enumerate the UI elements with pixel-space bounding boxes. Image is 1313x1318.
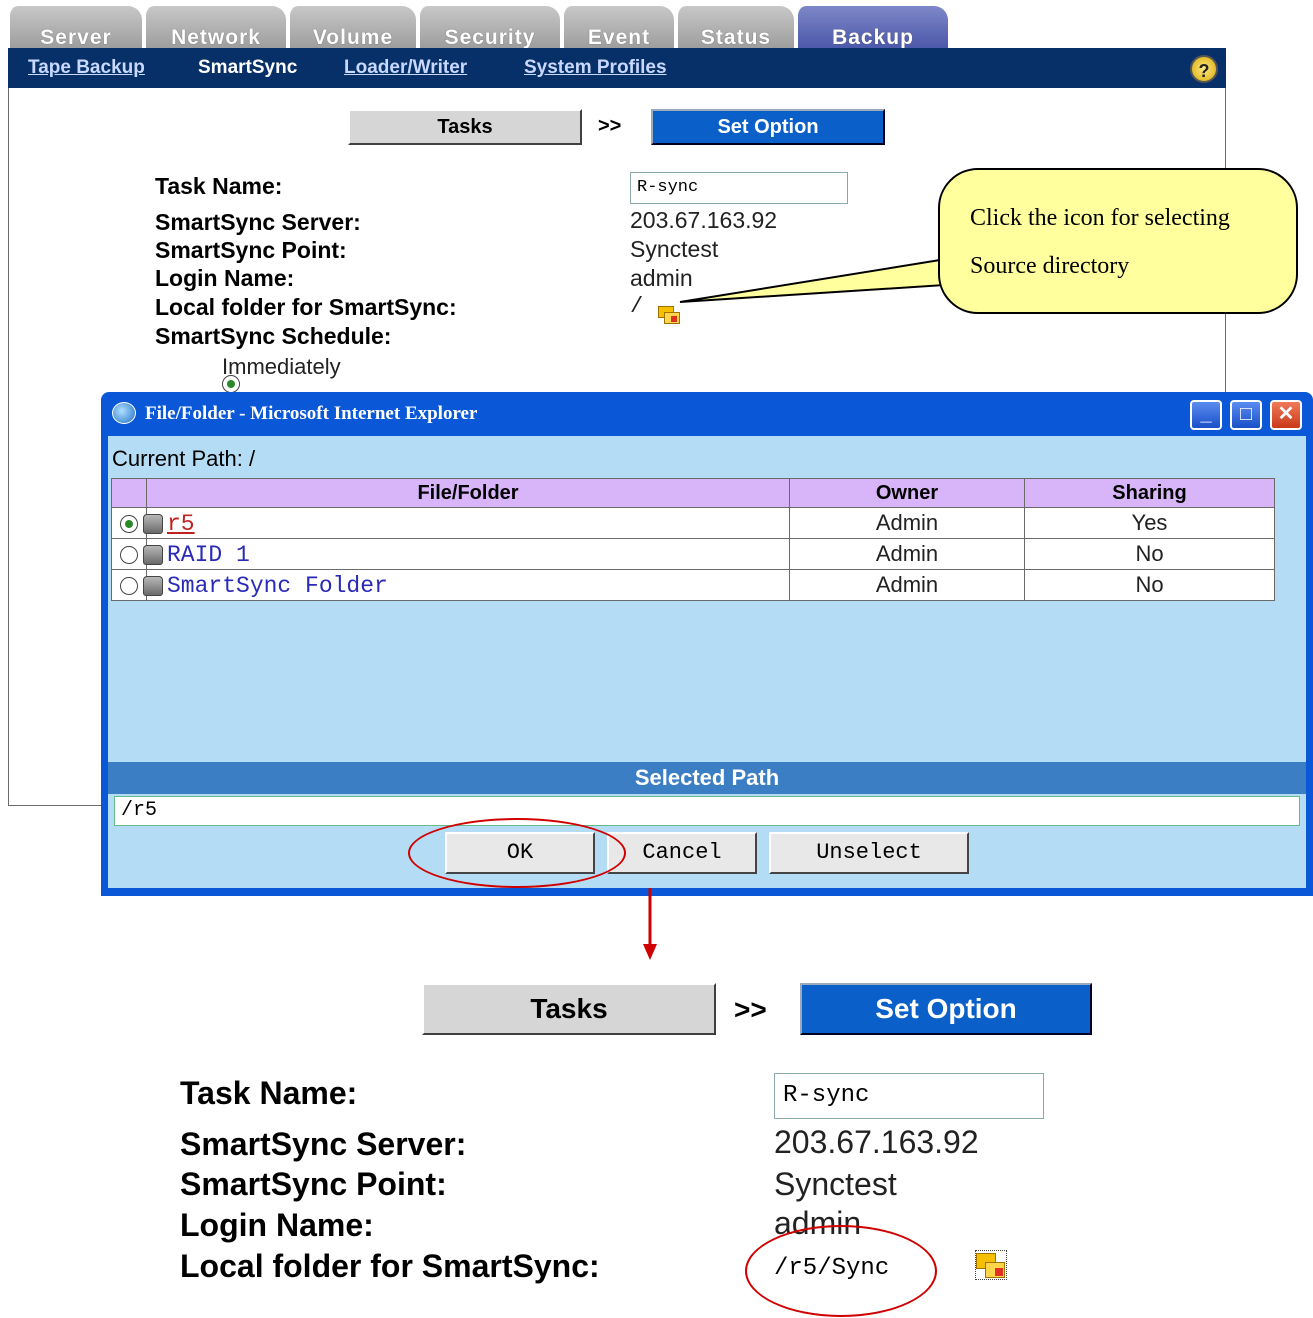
name-cell: r5	[143, 507, 790, 539]
ie-icon	[112, 402, 136, 424]
row-radio[interactable]	[120, 515, 138, 534]
file-table: File/Folder Owner Sharing r5 Admin Yes R…	[111, 478, 1275, 601]
server-label-result: SmartSync Server:	[180, 1126, 467, 1162]
current-path: Current Path: /	[112, 446, 256, 471]
selected-path-input[interactable]: /r5	[114, 796, 1300, 826]
tab-label: Server	[40, 26, 112, 49]
login-label-result: Login Name:	[180, 1207, 374, 1243]
tasks-step-button-result[interactable]: Tasks	[422, 983, 716, 1035]
server-label: SmartSync Server:	[155, 209, 361, 235]
ok-highlight-ellipse	[408, 818, 626, 888]
schedule-immediately-label: Immediately	[222, 354, 341, 379]
local-folder-label-result: Local folder for SmartSync:	[180, 1248, 600, 1284]
close-button[interactable]: ✕	[1270, 400, 1302, 430]
server-value-result: 203.67.163.92	[774, 1124, 979, 1160]
tab-label: Security	[444, 26, 536, 49]
instruction-callout: Click the icon for selecting Source dire…	[938, 168, 1298, 314]
folder-browse-icon-result[interactable]	[974, 1250, 1007, 1280]
subnav-system-profiles[interactable]: System Profiles	[524, 57, 667, 79]
folder-link[interactable]: r5	[167, 511, 195, 537]
folder-link[interactable]: SmartSync Folder	[167, 573, 388, 599]
table-row[interactable]: SmartSync Folder Admin No	[111, 569, 1275, 601]
owner-cell: Admin	[789, 538, 1025, 570]
row-select-cell	[111, 569, 147, 601]
callout-line-2: Source directory	[970, 253, 1130, 279]
disk-icon	[143, 575, 163, 596]
down-arrow	[643, 888, 657, 960]
set-option-step-button[interactable]: Set Option	[651, 109, 885, 145]
point-label: SmartSync Point:	[155, 237, 347, 263]
step-arrow-result: >>	[734, 994, 767, 1025]
row-select-cell	[111, 538, 147, 570]
tab-volume[interactable]: Volume	[288, 6, 416, 50]
owner-cell: Admin	[789, 507, 1025, 539]
tasks-step-button[interactable]: Tasks	[348, 109, 582, 145]
sharing-cell: No	[1024, 569, 1275, 601]
sharing-cell: No	[1024, 538, 1275, 570]
callout-pointer	[679, 258, 947, 303]
login-label: Login Name:	[155, 265, 295, 291]
row-radio[interactable]	[120, 546, 138, 565]
sharing-cell: Yes	[1024, 507, 1275, 539]
tab-event[interactable]: Event	[562, 6, 674, 50]
point-label-result: SmartSync Point:	[180, 1166, 447, 1202]
table-row[interactable]: RAID 1 Admin No	[111, 538, 1275, 570]
owner-cell: Admin	[789, 569, 1025, 601]
maximize-button[interactable]: □	[1230, 400, 1262, 430]
row-select-cell	[111, 507, 147, 539]
file-folder-column-header: File/Folder	[146, 478, 790, 508]
task-name-input-result[interactable]: R-sync	[774, 1073, 1044, 1119]
owner-column-header: Owner	[789, 478, 1025, 508]
subnav-tape-backup[interactable]: Tape Backup	[28, 57, 145, 79]
task-name-input[interactable]: R-sync	[630, 172, 848, 204]
tab-label: Volume	[312, 26, 394, 49]
tab-label: Event	[587, 26, 651, 49]
tab-label: Network	[171, 26, 261, 49]
name-cell: SmartSync Folder	[143, 569, 790, 601]
task-name-label-result: Task Name:	[180, 1075, 358, 1111]
disk-icon	[143, 513, 163, 534]
sharing-column-header: Sharing	[1024, 478, 1275, 508]
task-name-label: Task Name:	[155, 173, 283, 199]
selected-path-header: Selected Path	[108, 762, 1306, 794]
schedule-label: SmartSync Schedule:	[155, 323, 392, 349]
row-radio[interactable]	[120, 577, 138, 596]
tab-network[interactable]: Network	[144, 6, 286, 50]
top-tab-bar: Server Network Volume Security Event Sta…	[8, 6, 948, 50]
table-header-row: File/Folder Owner Sharing	[111, 478, 1275, 508]
tab-security[interactable]: Security	[418, 6, 560, 50]
minimize-button[interactable]: _	[1190, 400, 1222, 430]
dialog-title: File/Folder - Microsoft Internet Explore…	[145, 403, 478, 424]
sub-navigation: Tape Backup SmartSync Loader/Writer Syst…	[8, 48, 1226, 88]
subnav-loader-writer[interactable]: Loader/Writer	[344, 57, 467, 79]
folder-link[interactable]: RAID 1	[167, 542, 250, 568]
name-cell: RAID 1	[143, 538, 790, 570]
disk-icon	[143, 544, 163, 565]
table-row[interactable]: r5 Admin Yes	[111, 507, 1275, 539]
help-icon[interactable]: ?	[1190, 55, 1218, 83]
unselect-button[interactable]: Unselect	[769, 832, 969, 874]
result-highlight-ellipse	[745, 1225, 937, 1317]
local-folder-label: Local folder for SmartSync:	[155, 294, 457, 320]
tab-label: Backup	[832, 26, 914, 49]
tab-label: Status	[700, 26, 772, 49]
set-option-step-button-result[interactable]: Set Option	[800, 983, 1092, 1035]
select-column-header	[111, 478, 147, 508]
cancel-button[interactable]: Cancel	[607, 832, 757, 874]
subnav-smartsync[interactable]: SmartSync	[198, 57, 297, 79]
tab-backup[interactable]: Backup	[796, 6, 948, 50]
tab-server[interactable]: Server	[8, 6, 142, 50]
tab-status[interactable]: Status	[676, 6, 794, 50]
callout-line-1: Click the icon for selecting	[970, 205, 1230, 231]
point-value-result: Synctest	[774, 1166, 897, 1202]
step-arrow: >>	[598, 115, 622, 137]
